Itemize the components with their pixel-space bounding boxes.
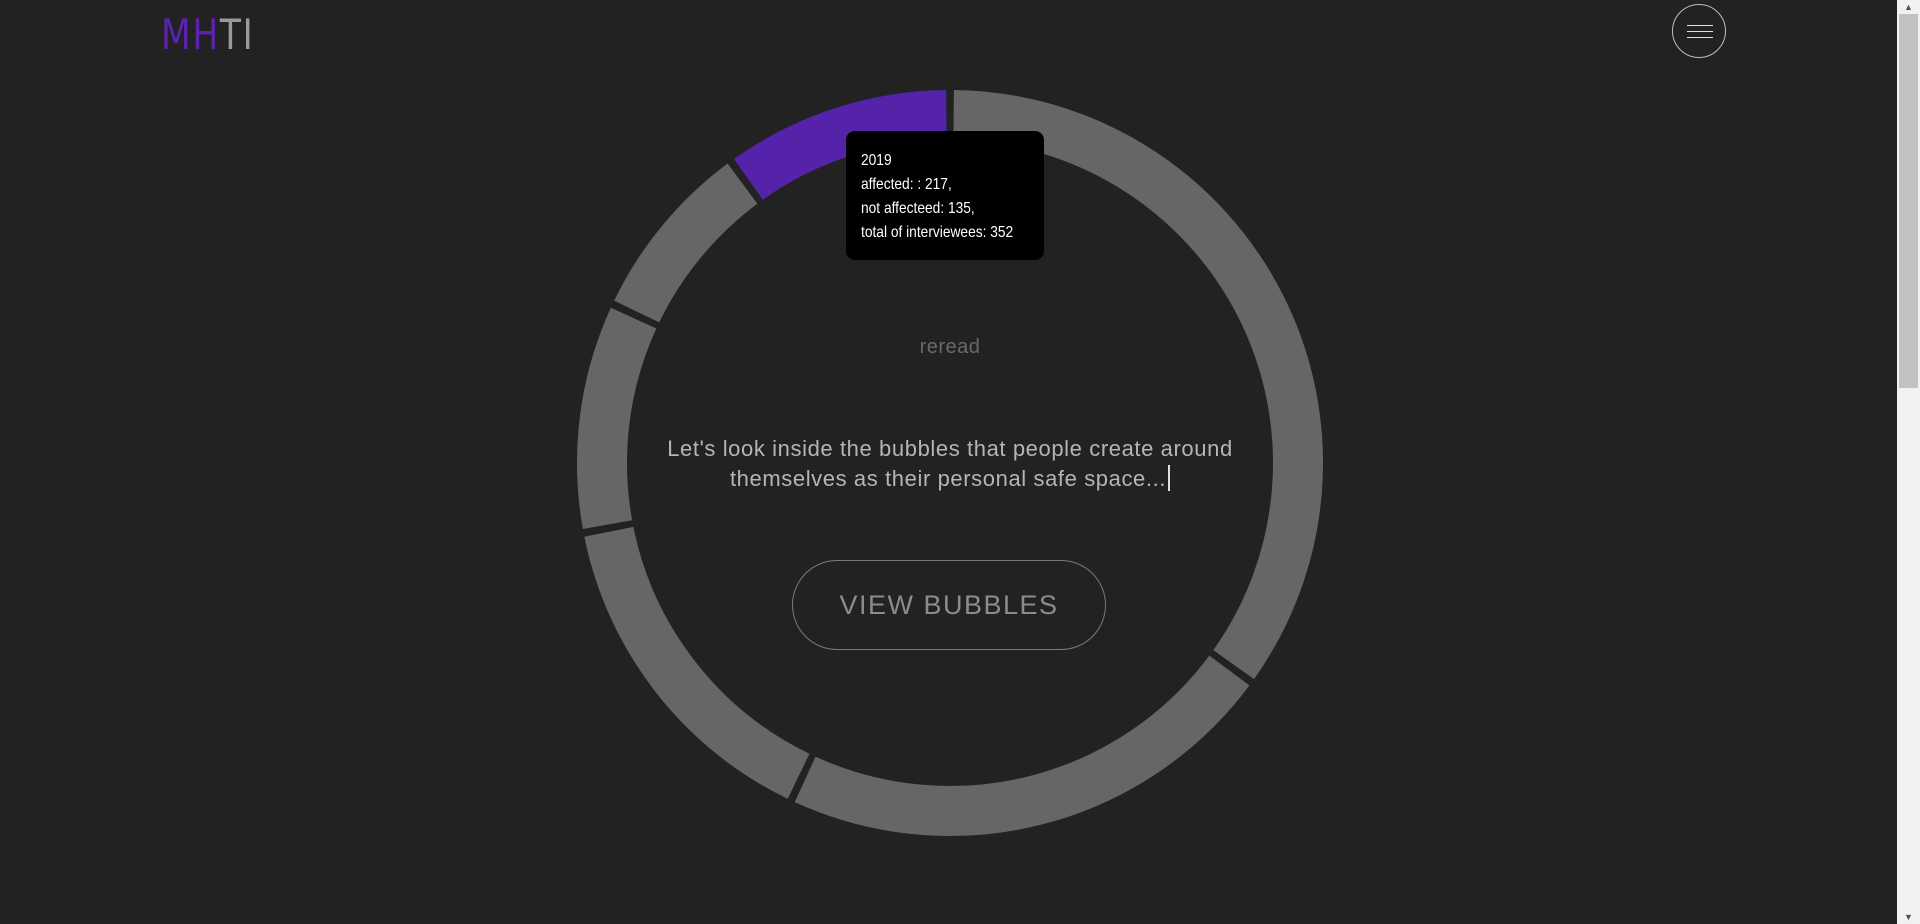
donut-segment[interactable] xyxy=(794,655,1250,836)
chart-tooltip: 2019 affected: : 217, not affecteed: 135… xyxy=(846,131,1044,260)
page: MHTI 2019 affected: : 217, not affecteed… xyxy=(0,0,1920,924)
donut-segment[interactable] xyxy=(584,526,810,799)
scroll-up-arrow-icon[interactable]: ▲ xyxy=(1897,0,1920,14)
reread-link[interactable]: reread xyxy=(850,336,1050,359)
scrollbar-thumb[interactable] xyxy=(1899,14,1918,388)
view-bubbles-button[interactable]: VIEW BUBBLES xyxy=(792,560,1106,650)
tooltip-affected: affected: : 217, xyxy=(861,176,952,193)
tooltip-total: total of interviewees: 352 xyxy=(861,224,1014,241)
donut-segment[interactable] xyxy=(577,307,657,530)
intro-text: Let's look inside the bubbles that peopl… xyxy=(667,436,1233,491)
intro-text-wrapper: Let's look inside the bubbles that peopl… xyxy=(640,434,1260,494)
vertical-scrollbar[interactable]: ▲ ▼ xyxy=(1897,0,1920,924)
donut-segment[interactable] xyxy=(614,163,758,323)
tooltip-year: 2019 xyxy=(861,152,892,169)
scroll-down-arrow-icon[interactable]: ▼ xyxy=(1897,910,1920,924)
text-cursor xyxy=(1168,465,1171,491)
tooltip-not-affected: not affecteed: 135, xyxy=(861,200,975,217)
